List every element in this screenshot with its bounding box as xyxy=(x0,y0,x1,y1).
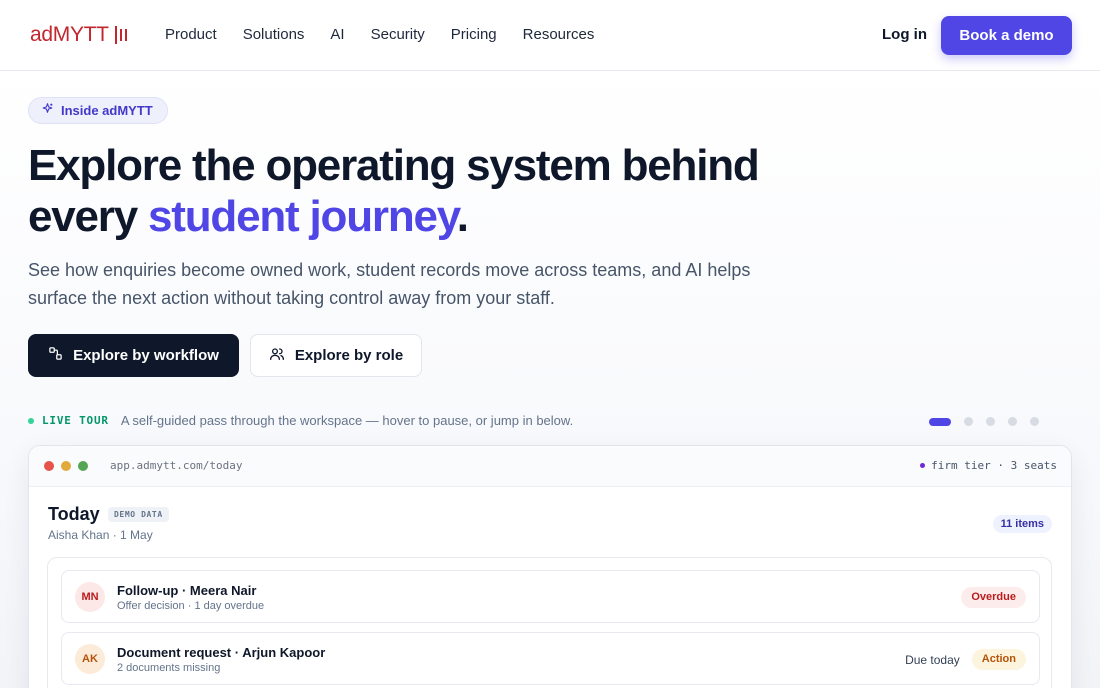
tier-indicator: firm tier · 3 seats xyxy=(920,459,1057,472)
explore-workflow-button[interactable]: Explore by workflow xyxy=(28,334,239,377)
carousel-dot[interactable] xyxy=(1030,417,1039,426)
items-count-badge: 11 items xyxy=(992,515,1052,533)
tier-label: firm tier · 3 seats xyxy=(931,459,1057,472)
users-icon xyxy=(269,346,285,366)
carousel-dot[interactable] xyxy=(964,417,973,426)
brand-logo-mark xyxy=(114,26,127,44)
minimize-dot-icon xyxy=(61,461,71,471)
headline-line-1: Explore the operating system behind xyxy=(28,141,760,190)
carousel-dot[interactable] xyxy=(1008,417,1017,426)
demo-data-tag: DEMO DATA xyxy=(108,507,169,522)
login-link[interactable]: Log in xyxy=(882,26,927,43)
hero-headline: Explore the operating system behind ever… xyxy=(28,140,848,242)
task-subtitle: 2 documents missing xyxy=(117,662,221,674)
due-label: Due today xyxy=(905,652,960,667)
task-title: Follow-up · Meera Nair xyxy=(117,583,257,598)
carousel-dot[interactable] xyxy=(929,417,951,426)
tour-carousel-dots xyxy=(929,417,1039,426)
carousel-dot[interactable] xyxy=(986,417,995,426)
status-badge: Overdue xyxy=(961,587,1026,608)
task-row[interactable]: AK Document request · Arjun Kapoor 2 doc… xyxy=(61,632,1040,685)
tier-dot-icon xyxy=(920,463,926,468)
live-tour-description: A self-guided pass through the workspace… xyxy=(120,413,574,428)
hero-subtitle: See how enquiries become owned work, stu… xyxy=(28,260,751,308)
explore-role-button[interactable]: Explore by role xyxy=(250,334,422,377)
brand-logo-text: adMYTT xyxy=(30,23,109,46)
live-indicator-icon xyxy=(28,417,34,424)
nav-security[interactable]: Security xyxy=(371,26,425,43)
inside-pill: Inside adMYTT xyxy=(28,97,168,124)
task-list: MN Follow-up · Meera Nair Offer decision… xyxy=(47,557,1052,688)
avatar: AK xyxy=(75,644,105,674)
explore-workflow-label: Explore by workflow xyxy=(73,347,219,364)
headline-line-2-prefix: every xyxy=(28,192,149,241)
task-row[interactable]: MN Follow-up · Meera Nair Offer decision… xyxy=(61,570,1040,623)
nav-ai[interactable]: AI xyxy=(330,26,344,43)
close-dot-icon xyxy=(44,461,54,471)
main-nav: Product Solutions AI Security Pricing Re… xyxy=(165,26,620,43)
brand-logo[interactable]: adMYTT xyxy=(30,22,127,48)
nav-product[interactable]: Product xyxy=(165,26,217,43)
address-bar: app.admytt.com/today xyxy=(110,459,243,472)
maximize-dot-icon xyxy=(78,461,88,471)
task-subtitle: Offer decision · 1 day overdue xyxy=(117,600,265,612)
status-badge: Action xyxy=(971,649,1026,670)
browser-toolbar: app.admytt.com/today firm tier · 3 seats xyxy=(29,446,1071,487)
book-demo-button[interactable]: Book a demo xyxy=(941,16,1072,55)
workflow-icon xyxy=(48,346,63,365)
pill-label: Inside adMYTT xyxy=(61,103,153,118)
live-tour-label: LIVE TOUR xyxy=(42,414,109,427)
nav-pricing[interactable]: Pricing xyxy=(451,26,497,43)
task-title: Document request · Arjun Kapoor xyxy=(117,645,326,660)
task-meta: Overdue xyxy=(961,587,1026,608)
headline-suffix: . xyxy=(456,192,469,241)
live-tour-row: LIVE TOUR A self-guided pass through the… xyxy=(28,413,573,428)
today-subtitle: Aisha Khan · 1 May xyxy=(48,528,153,542)
nav-resources[interactable]: Resources xyxy=(523,26,595,43)
window-controls xyxy=(44,461,88,471)
task-meta: Due today Action xyxy=(905,649,1026,670)
nav-solutions[interactable]: Solutions xyxy=(243,26,305,43)
today-title: Today xyxy=(48,504,100,524)
avatar: MN xyxy=(75,582,105,612)
top-navbar: adMYTT Product Solutions AI Security Pri… xyxy=(0,0,1100,71)
headline-accent: student journey xyxy=(148,192,458,241)
sparkle-icon xyxy=(41,102,54,120)
explore-role-label: Explore by role xyxy=(294,347,404,364)
app-preview-window: app.admytt.com/today firm tier · 3 seats… xyxy=(28,445,1072,688)
